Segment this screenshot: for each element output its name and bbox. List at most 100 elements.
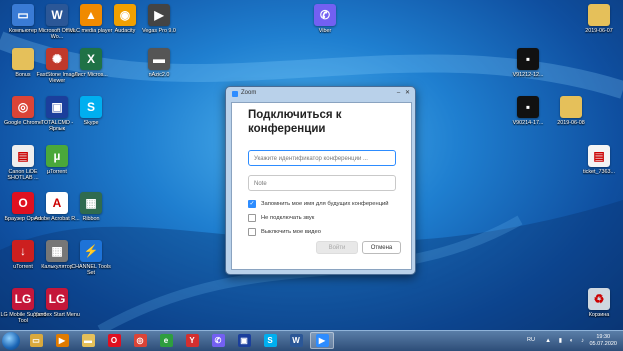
join-button[interactable]: Войти xyxy=(316,241,358,254)
taskbar-edge-icon: e xyxy=(159,334,173,347)
desktop-shortcut-label: Корзина xyxy=(588,312,610,318)
taskbar: ▭ ▶ ▬ O ◎ e Y ✆ ▣ S W ▶ RU ▲ ▮ ◐ ♪ 19:30 05.07.2020 xyxy=(0,330,623,351)
yandex-icon: LG xyxy=(46,288,68,310)
name-input[interactable]: Note xyxy=(248,175,396,191)
desktop-shortcut-label: 2019-06-08 xyxy=(557,120,585,126)
checkbox-unchecked-icon xyxy=(248,228,256,236)
canon-icon: ▤ xyxy=(12,145,34,167)
desktop-shortcut[interactable]: ✆ Viber xyxy=(302,4,348,34)
chrome-icon: ◎ xyxy=(12,96,34,118)
video-off-checkbox[interactable]: Выключить мое видео xyxy=(248,228,321,236)
vegas-icon: ▶ xyxy=(148,4,170,26)
language-indicator[interactable]: RU xyxy=(527,337,535,343)
desktop-shortcut[interactable]: µ µTorrent xyxy=(34,145,80,175)
desktop-shortcut-label: nAzic2.0 xyxy=(148,72,170,78)
acrobat-icon: A xyxy=(46,192,68,214)
desktop-shortcut-label: V90214-17... xyxy=(512,120,544,126)
vlc-icon: ▲ xyxy=(80,4,102,26)
desktop-shortcut[interactable]: ▪ V91212-12... xyxy=(505,48,551,78)
start-button[interactable] xyxy=(2,332,20,350)
opera-icon: O xyxy=(12,192,34,214)
taskbar-totalcmd-icon: ▣ xyxy=(237,334,251,347)
taskbar-button[interactable]: ▭ xyxy=(24,332,48,349)
desktop-shortcut[interactable]: S Skype xyxy=(68,96,114,126)
desktop-shortcut[interactable]: ▤ ticket_7363... xyxy=(576,145,622,175)
tray-icons[interactable]: ▲ ▮ ◐ ♪ xyxy=(545,337,587,344)
desktop-shortcut-label: Yandex Start Menu xyxy=(34,312,80,318)
calculator-icon: ▦ xyxy=(46,240,68,262)
folder-icon xyxy=(12,48,34,70)
clock[interactable]: 19:30 05.07.2020 xyxy=(589,334,617,348)
meeting-id-input[interactable]: Укажите идентификатор конференции ... xyxy=(248,150,396,166)
faststone-icon: ✺ xyxy=(46,48,68,70)
utorrent-icon: µ xyxy=(46,145,68,167)
zoom-logo-icon xyxy=(232,91,238,97)
image-v91212-icon: ▪ xyxy=(517,48,539,70)
desktop-shortcut[interactable]: ▪ V90214-17... xyxy=(505,96,551,126)
checkbox-checked-icon: ✓ xyxy=(248,200,256,208)
ribbon-icon: ▦ xyxy=(80,192,102,214)
flash-icon: ⚡ xyxy=(80,240,102,262)
desktop-shortcut-label: CHANNEL Tools Set xyxy=(71,264,111,276)
mute-audio-checkbox[interactable]: Не подключать звук xyxy=(248,214,314,222)
desktop-shortcut-label: Viber xyxy=(318,28,332,34)
taskbar-button[interactable]: ▶ xyxy=(310,332,334,349)
taskbar-button[interactable]: O xyxy=(102,332,126,349)
computer-icon: ▭ xyxy=(12,4,34,26)
desktop-shortcut[interactable]: 2019-06-07 xyxy=(576,4,622,34)
desktop-shortcut[interactable]: LG Yandex Start Menu xyxy=(34,288,80,318)
taskbar-button[interactable]: Y xyxy=(180,332,204,349)
folder-2019-06-07-icon xyxy=(588,4,610,26)
taskbar-yandex-icon: Y xyxy=(185,334,199,347)
totalcmd-icon: ▣ xyxy=(46,96,68,118)
usb-icon: ▬ xyxy=(148,48,170,70)
taskbar-button[interactable]: ◎ xyxy=(128,332,152,349)
taskbar-skype-icon: S xyxy=(263,334,277,347)
taskbar-button[interactable]: ▣ xyxy=(232,332,256,349)
close-button[interactable]: ✕ xyxy=(404,90,411,97)
taskbar-media-icon: ▶ xyxy=(55,334,69,347)
desktop-shortcut[interactable]: 2019-06-08 xyxy=(548,96,594,126)
dialog-titlebar[interactable]: Zoom – ✕ xyxy=(226,87,415,101)
dialog-heading: Подключиться к конференции xyxy=(248,109,342,135)
minimize-button[interactable]: – xyxy=(395,90,402,97)
audacity-icon: ◉ xyxy=(114,4,136,26)
taskbar-explorer-icon: ▭ xyxy=(29,334,43,347)
zoom-join-dialog: Zoom – ✕ Подключиться к конференции Укаж… xyxy=(225,86,416,275)
checkbox-unchecked-icon xyxy=(248,214,256,222)
desktop-shortcut-label: Лист Micros... xyxy=(74,72,108,78)
desktop-shortcut[interactable]: ▦ Ribbon xyxy=(68,192,114,222)
word-icon: W xyxy=(46,4,68,26)
desktop-shortcut[interactable]: ⚡ CHANNEL Tools Set xyxy=(68,240,114,276)
remember-name-checkbox[interactable]: ✓ Запомнить мое имя для будущих конферен… xyxy=(248,200,389,208)
recycle-bin-icon: ♻ xyxy=(588,288,610,310)
taskbar-button[interactable]: ▶ xyxy=(50,332,74,349)
folder-2019-06-08-icon xyxy=(560,96,582,118)
remember-name-label: Запомнить мое имя для будущих конференци… xyxy=(261,201,389,207)
window-title: Zoom xyxy=(241,90,257,96)
desktop-shortcut-label: 2019-06-07 xyxy=(585,28,613,34)
viber-icon: ✆ xyxy=(314,4,336,26)
taskbar-viber-icon: ✆ xyxy=(211,334,225,347)
desktop-shortcut-label: ticket_7363... xyxy=(582,169,616,175)
desktop-shortcut[interactable]: ♻ Корзина xyxy=(576,288,622,318)
taskbar-button[interactable]: W xyxy=(284,332,308,349)
excel-icon: X xyxy=(80,48,102,70)
skype-icon: S xyxy=(80,96,102,118)
desktop-shortcut-label: µTorrent xyxy=(47,169,67,175)
taskbar-button[interactable]: e xyxy=(154,332,178,349)
clock-time: 19:30 xyxy=(596,334,611,340)
taskbar-button[interactable]: ▬ xyxy=(76,332,100,349)
cancel-button[interactable]: Отмена xyxy=(362,241,401,254)
taskbar-button[interactable]: ✆ xyxy=(206,332,230,349)
mute-audio-label: Не подключать звук xyxy=(261,215,315,221)
desktop-shortcut-label: Ribbon xyxy=(82,216,100,222)
clock-date: 05.07.2020 xyxy=(589,341,617,347)
desktop-shortcut-label: V91212-12... xyxy=(512,72,544,78)
desktop-shortcut[interactable]: ▬ nAzic2.0 xyxy=(136,48,182,78)
taskbar-button[interactable]: S xyxy=(258,332,282,349)
desktop-shortcut[interactable]: ▶ Vegas Pro 9.0 xyxy=(136,4,182,34)
desktop-shortcut[interactable]: X Лист Micros... xyxy=(68,48,114,78)
image-v90214-icon: ▪ xyxy=(517,96,539,118)
taskbar-chrome-icon: ◎ xyxy=(133,334,147,347)
